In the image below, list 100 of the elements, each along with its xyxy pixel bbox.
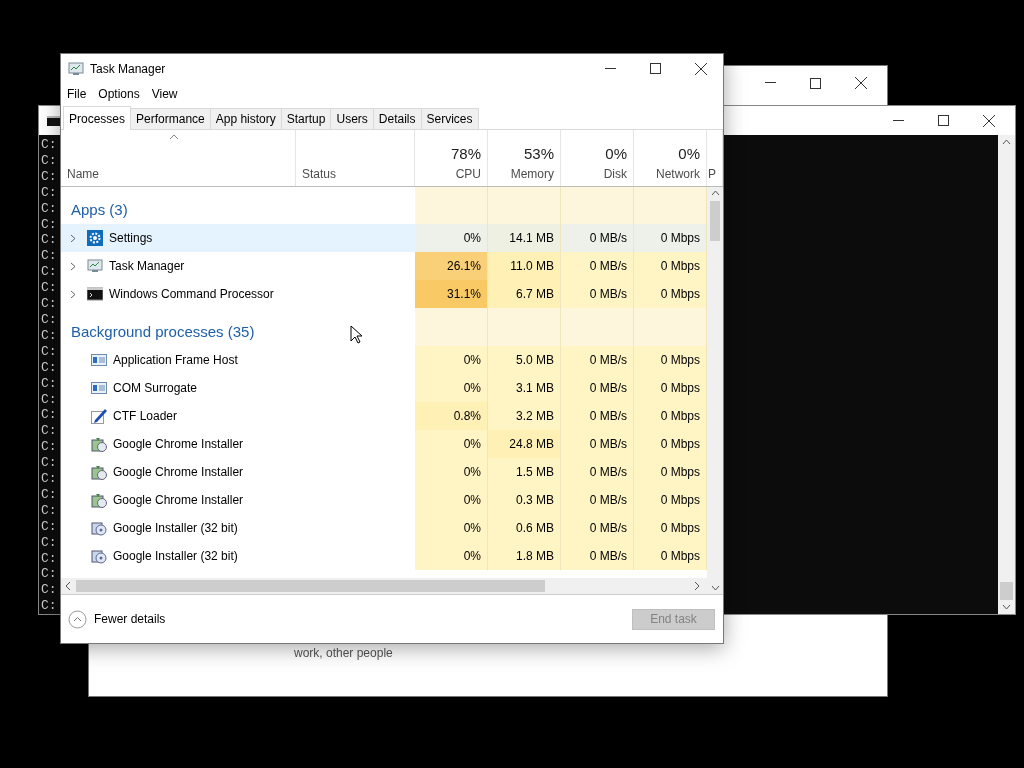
scroll-right-icon[interactable] [693,581,701,591]
installer-icon [91,464,107,480]
column-header[interactable]: 0% Network [634,130,707,186]
usage-cell: 0 MB/s [561,486,634,514]
process-row[interactable]: Google Installer (32 bit) 0% 1.8 MB 0 MB/s 0 Mbps [61,542,707,570]
tab[interactable]: Users [330,108,374,129]
usage-cell: 1.8 MB [488,542,561,570]
process-row[interactable]: Google Chrome Installer 0% 24.8 MB 0 MB/s 0 Mbps [61,430,707,458]
usage-cell: 0 MB/s [561,374,634,402]
usage-cell: 0 MB/s [561,224,634,252]
console-line: C: [41,582,57,599]
usage-cell: 0 Mbps [634,514,707,542]
column-header[interactable]: 78% CPU [415,130,488,186]
scroll-thumb[interactable] [1000,582,1013,601]
tab[interactable]: Processes [63,106,132,130]
minimize-icon [765,82,776,84]
console-line: C: [41,216,57,233]
usage-cell: 0.3 MB [488,486,561,514]
close-icon [854,77,867,89]
usage-cell: 0 Mbps [634,252,707,280]
maximize-icon [650,63,661,74]
usage-cell: 0 Mbps [634,430,707,458]
group-heading: Background processes (35) [71,323,255,340]
menu-item[interactable]: File [63,85,91,103]
usage-cell: 3.1 MB [488,374,561,402]
maximize-icon [810,77,821,89]
chevron-icon[interactable] [69,261,77,271]
console-line: C: [41,598,57,615]
console-line: C: [41,232,57,249]
usage-cell: 0.6 MB [488,514,561,542]
console-icon [47,115,61,126]
console-line: C: [41,455,57,472]
console-line: C: [41,137,57,153]
process-name: Task Manager [109,259,185,273]
minimize-icon [893,119,904,122]
usage-cell: 24.8 MB [488,430,561,458]
tab[interactable]: App history [209,108,282,129]
menu-item[interactable]: View [147,85,182,103]
chevron-icon[interactable] [69,233,77,243]
console-line: C: [41,296,57,312]
console-line: C: [41,471,57,487]
chevron-icon[interactable] [69,289,77,299]
console-line: C: [41,152,57,169]
process-row[interactable]: Application Frame Host 0% 5.0 MB 0 MB/s 0 Mbps [61,346,707,374]
usage-cell: 0 Mbps [634,542,707,570]
console-line: C: [41,534,57,551]
scroll-thumb[interactable] [76,580,545,592]
usage-cell: 1.5 MB [488,458,561,486]
process-name: Google Installer (32 bit) [113,549,238,563]
tab[interactable]: Services [420,108,479,129]
process-row[interactable]: Google Chrome Installer 0% 1.5 MB 0 MB/s 0 Mbps [61,458,707,486]
usage-cell: 31.1% [415,280,488,308]
usage-cell: 11.0 MB [488,252,561,280]
process-row[interactable]: Windows Command Processor 31.1% 6.7 MB 0 MB/s 0 Mbps [61,280,707,308]
tab[interactable]: Performance [130,108,211,129]
usage-cell: 5.0 MB [488,346,561,374]
column-header[interactable]: Name [61,130,296,186]
usage-cell: 0% [415,374,488,402]
process-row[interactable]: CTF Loader 0.8% 3.2 MB 0 MB/s 0 Mbps [61,402,707,430]
process-row[interactable]: Task Manager 26.1% 11.0 MB 0 MB/s 0 Mbps [61,252,707,280]
tab[interactable]: Details [372,108,422,129]
menu-item[interactable]: Options [94,85,144,103]
column-header[interactable]: 0% Disk [561,130,634,186]
usage-cell: 0 MB/s [561,430,634,458]
process-name: Windows Command Processor [109,287,274,301]
usage-cell: 0 Mbps [634,374,707,402]
process-name: Google Installer (32 bit) [113,521,238,535]
usage-cell: 0 Mbps [634,280,707,308]
fewer-details-link[interactable]: Fewer details [68,609,166,629]
usage-cell: 0% [415,486,488,514]
usage-cell: 0 MB/s [561,346,634,374]
tab[interactable]: Startup [280,108,332,129]
console-line: C: [41,566,57,583]
usage-cell: 0 MB/s [561,252,634,280]
column-header[interactable]: P [707,130,723,186]
installer-disc-icon [91,520,107,536]
column-header[interactable]: Status [296,130,415,186]
process-row[interactable]: Google Installer (32 bit) 0% 0.6 MB 0 MB/s 0 Mbps [61,514,707,542]
usage-cell: 0 Mbps [634,402,707,430]
process-name: Settings [109,231,153,245]
console-line: C: [41,184,57,201]
usage-cell: 14.1 MB [488,224,561,252]
monitor-chart-icon [87,258,103,274]
console-line: C: [41,502,57,519]
scroll-left-icon[interactable] [64,581,72,591]
installer-icon [91,492,107,508]
process-row[interactable]: Google Chrome Installer 0% 0.3 MB 0 MB/s 0 Mbps [61,486,707,514]
column-header[interactable]: 53% Memory [488,130,561,186]
process-name: Google Chrome Installer [113,465,244,479]
usage-cell: 0% [415,346,488,374]
scroll-thumb[interactable] [710,201,720,241]
console-line: C: [41,439,57,456]
console-line: C: [41,407,57,424]
usage-cell: 0% [415,542,488,570]
usage-cell: 0% [415,430,488,458]
console-line: C: [41,200,57,217]
console-line: C: [41,280,57,297]
process-row[interactable]: COM Surrogate 0% 3.1 MB 0 MB/s 0 Mbps [61,374,707,402]
console-line: C: [41,391,57,408]
window-icon [91,352,107,368]
